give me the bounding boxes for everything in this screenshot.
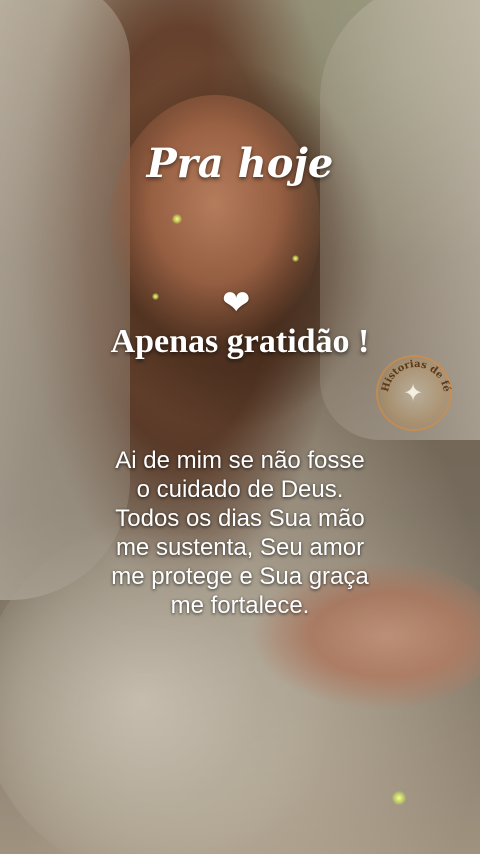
- glow-particle: [392, 791, 406, 805]
- message-line: me fortalece.: [170, 592, 310, 619]
- message-line: Ai de mim se não fosse: [115, 447, 365, 474]
- image-canvas: Pra hoje ❤ Apenas gratidão ! Historias d…: [0, 0, 480, 854]
- title-text: Pra hoje: [146, 140, 334, 187]
- watermark-logo: Historias de fé ✦: [376, 355, 452, 431]
- message-text: Ai de mim se não fosse o cuidado de Deus…: [0, 446, 480, 620]
- glow-particle: [172, 214, 182, 224]
- glow-particle: [292, 255, 299, 262]
- white-heart-icon: ❤: [222, 283, 251, 323]
- dove-icon: ✦: [403, 379, 424, 407]
- message-line: Todos os dias Sua mão: [115, 505, 365, 532]
- message-line: o cuidado de Deus.: [136, 476, 344, 503]
- glow-particle: [152, 293, 159, 300]
- message-line: me protege e Sua graça: [111, 563, 369, 590]
- message-line: me sustenta, Seu amor: [115, 534, 365, 561]
